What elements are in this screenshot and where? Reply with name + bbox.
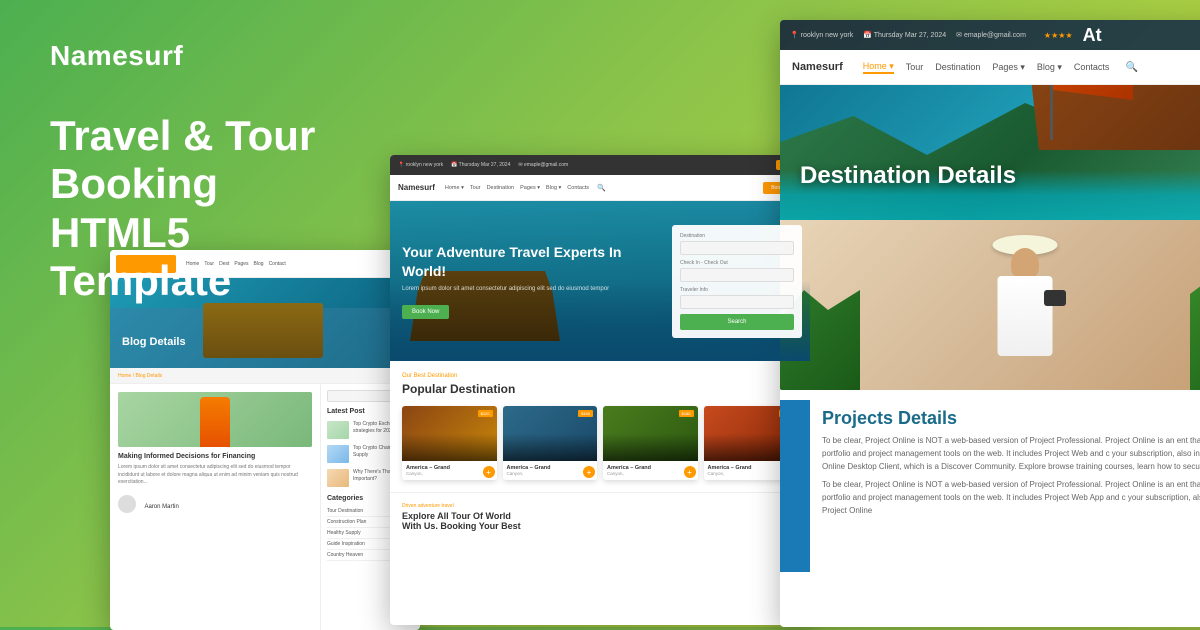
right-date: 📅 Thursday Mar 27, 2024 xyxy=(863,31,946,39)
main-nav: Namesurf Home ▾ Tour Destination Pages ▾… xyxy=(390,175,810,201)
main-hero-title: Your Adventure Travel Experts In World! xyxy=(402,243,652,279)
dest-card-3[interactable]: $180 America – Grand Canyon, + xyxy=(603,406,698,480)
at-text: At xyxy=(1083,25,1102,46)
projects-text-2: To be clear, Project Online is NOT a web… xyxy=(822,479,1200,517)
projects-text-1: To be clear, Project Online is NOT a web… xyxy=(822,435,1200,473)
bottom-section: Projects Details To be clear, Project On… xyxy=(780,400,1200,572)
card-action-icon[interactable]: + xyxy=(583,466,595,478)
right-nav-blog[interactable]: Blog ▾ xyxy=(1037,62,1062,73)
main-top-bar: 📍 rooklyn new york 📅 Thursday Mar 27, 20… xyxy=(390,155,810,175)
right-nav-tour[interactable]: Tour xyxy=(906,62,924,72)
right-nav-contacts[interactable]: Contacts xyxy=(1074,62,1110,72)
screenshot-main: 📍 rooklyn new york 📅 Thursday Mar 27, 20… xyxy=(390,155,810,625)
right-nav-pages[interactable]: Pages ▾ xyxy=(992,62,1025,73)
projects-title: Projects Details xyxy=(822,408,1200,429)
nav-search-icon[interactable]: 🔍 xyxy=(597,184,606,192)
destinations-grid: $120 America – Grand Canyon, + $150 xyxy=(402,406,798,480)
nav-home[interactable]: Home ▾ xyxy=(445,185,464,191)
main-hero-subtitle: Lorem ipsum dolor sit amet consectetur a… xyxy=(402,286,652,292)
explore-section: Driven adventure travel Explore All Tour… xyxy=(390,492,810,541)
projects-section: Projects Details To be clear, Project On… xyxy=(810,400,1200,572)
explore-title: Explore All Tour Of World With Us. Booki… xyxy=(402,511,798,531)
right-email: ✉ emaple@gmail.com xyxy=(956,31,1026,39)
nav-destination[interactable]: Destination xyxy=(487,185,515,191)
right-nav-home[interactable]: Home ▾ xyxy=(863,61,894,74)
checkin-field: Check In - Check Out xyxy=(680,260,794,282)
right-nav: Namesurf Home ▾ Tour Destination Pages ▾… xyxy=(780,50,1200,85)
explore-label: Driven adventure travel xyxy=(402,503,798,509)
traveler-field: Traveler Info xyxy=(680,287,794,309)
girl-image xyxy=(780,220,1200,390)
blue-sidebar xyxy=(780,400,810,572)
rating-stars: ★★★★ xyxy=(1044,31,1073,40)
brand-name: Namesurf xyxy=(50,40,370,72)
main-title: Travel & Tour Booking HTML5 Template xyxy=(50,112,370,305)
checkin-input[interactable] xyxy=(680,268,794,282)
girl-camera xyxy=(1044,290,1066,306)
main-hero-form: Destination Check In - Check Out Travele… xyxy=(672,225,802,338)
nav-pages[interactable]: Pages ▾ xyxy=(520,185,540,191)
right-location: 📍 rooklyn new york xyxy=(790,31,853,39)
screenshot-right: 📍 rooklyn new york 📅 Thursday Mar 27, 20… xyxy=(780,20,1200,627)
destination-field: Destination xyxy=(680,233,794,255)
section-title: Popular Destination xyxy=(402,382,798,396)
main-hero: Your Adventure Travel Experts In World! … xyxy=(390,201,810,361)
left-panel: Namesurf Travel & Tour Booking HTML5 Tem… xyxy=(0,0,420,627)
girl-body xyxy=(998,276,1053,356)
traveler-input[interactable] xyxy=(680,295,794,309)
section-label: Our Best Destination xyxy=(402,373,798,379)
destinations-section: Our Best Destination Popular Destination… xyxy=(390,361,810,492)
search-submit-button[interactable]: Search xyxy=(680,314,794,330)
right-search-icon[interactable]: 🔍 xyxy=(1125,62,1137,73)
destination-input[interactable] xyxy=(680,241,794,255)
nav-tour[interactable]: Tour xyxy=(470,185,481,191)
card-action-icon[interactable]: + xyxy=(483,466,495,478)
nav-blog[interactable]: Blog ▾ xyxy=(546,185,561,191)
date-text: 📅 Thursday Mar 27, 2024 xyxy=(451,162,510,168)
right-hero-title: Destination Details xyxy=(800,162,1016,190)
email-text: ✉ emaple@gmail.com xyxy=(518,162,568,168)
main-hero-content: Your Adventure Travel Experts In World! … xyxy=(390,231,664,330)
girl-figure xyxy=(980,230,1070,390)
card-action-icon[interactable]: + xyxy=(684,466,696,478)
right-nav-logo: Namesurf xyxy=(792,61,843,73)
right-top-bar: 📍 rooklyn new york 📅 Thursday Mar 27, 20… xyxy=(780,20,1200,50)
right-nav-destination[interactable]: Destination xyxy=(935,62,980,72)
nav-contacts[interactable]: Contacts xyxy=(567,185,589,191)
dest-card-2[interactable]: $150 America – Grand Canyon, + xyxy=(503,406,598,480)
